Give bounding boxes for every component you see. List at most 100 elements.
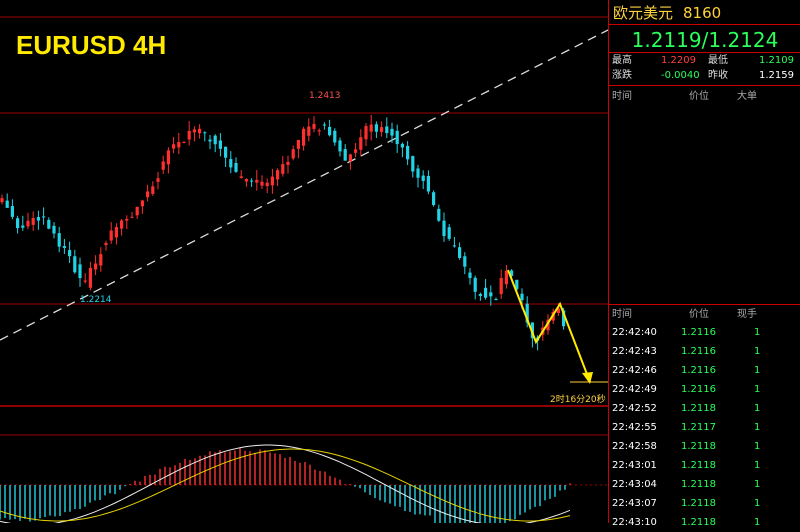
ticks-price-header: 价位 <box>689 309 709 320</box>
candle-body <box>224 146 228 158</box>
tick-size: 1 <box>754 346 761 357</box>
price-chart: EURUSD 4H 1.2413 1.2214 2时16分20秒 <box>0 16 608 523</box>
candle-body <box>234 162 238 172</box>
candle-body <box>286 161 290 165</box>
prev-value: 1.2159 <box>759 70 794 81</box>
candle-body <box>499 277 503 295</box>
candle-body <box>135 206 139 216</box>
tick-time: 22:42:43 <box>612 346 657 357</box>
tick-time: 22:43:04 <box>612 479 657 490</box>
quote-panel: 欧元美元 8160 1.2119/1.2124 最高 1.2209 最低 1.21… <box>608 0 800 528</box>
tick-price: 1.2118 <box>681 498 716 509</box>
candle-body <box>369 124 373 132</box>
candle-body <box>104 243 108 246</box>
tick-row: 22:42:46 1.2116 1 <box>609 361 800 380</box>
candle-body <box>380 127 384 132</box>
candle-body <box>130 216 134 218</box>
tick-price: 1.2116 <box>681 346 716 357</box>
candle-body <box>140 200 144 207</box>
high-value: 1.2209 <box>661 55 696 66</box>
tick-time: 22:42:52 <box>612 403 657 414</box>
candle-body <box>42 216 46 218</box>
candle-body <box>354 149 358 153</box>
candle-body <box>447 227 451 239</box>
candle-body <box>16 218 20 229</box>
instrument-code: 8160 <box>683 4 722 22</box>
tick-size: 1 <box>754 384 761 395</box>
candle-body <box>125 218 129 221</box>
candle-body <box>432 192 436 206</box>
candle-body <box>328 126 332 136</box>
candle-body <box>166 150 170 165</box>
candle-body <box>426 175 430 192</box>
low-label-text: 最低 <box>708 55 728 66</box>
candle-body <box>213 135 217 145</box>
candle-body <box>239 176 243 178</box>
stat-row-high-low: 最高 1.2209 最低 1.2109 <box>609 53 800 69</box>
candle-body <box>463 256 467 267</box>
instrument-title: 欧元美元 8160 <box>613 2 800 23</box>
candle-body <box>411 156 415 172</box>
candle-body <box>458 247 462 258</box>
tick-price: 1.2118 <box>681 441 716 452</box>
candle-body <box>478 293 482 296</box>
tick-time: 22:42:46 <box>612 365 657 376</box>
tick-time: 22:42:49 <box>612 384 657 395</box>
tick-price: 1.2118 <box>681 403 716 414</box>
tick-price: 1.2118 <box>681 479 716 490</box>
low-label: 1.2214 <box>80 295 112 305</box>
big-orders-time-header: 时间 <box>612 91 632 102</box>
candle-body <box>26 220 30 227</box>
candle-body <box>359 137 363 150</box>
candle-body <box>192 129 196 133</box>
candle-body <box>68 250 72 257</box>
tick-row: 22:42:52 1.2118 1 <box>609 399 800 418</box>
candle-body <box>161 161 165 170</box>
candle-body <box>120 220 124 229</box>
candle-body <box>390 128 394 136</box>
candle-body <box>312 124 316 129</box>
candle-body <box>172 144 176 149</box>
instrument-name: 欧元美元 <box>613 4 674 22</box>
candle-body <box>57 233 61 247</box>
candle-body <box>302 128 306 146</box>
candle-body <box>218 140 222 149</box>
candle-body <box>229 159 233 168</box>
candle-body <box>317 130 321 132</box>
candle-body <box>260 181 264 186</box>
candle-body <box>109 230 113 241</box>
candle-body <box>62 246 66 248</box>
chart-title: EURUSD 4H <box>16 30 166 60</box>
candle-body <box>484 287 488 298</box>
tick-price: 1.2116 <box>681 327 716 338</box>
candle-body <box>385 126 389 134</box>
candle-body <box>187 130 191 140</box>
candle-body <box>489 292 493 297</box>
candle-body <box>250 180 254 182</box>
candle-body <box>406 145 410 160</box>
tick-size: 1 <box>754 422 761 433</box>
candle-body <box>343 149 347 161</box>
candle-body <box>338 140 342 152</box>
candle-body <box>10 206 14 217</box>
tick-time: 22:42:40 <box>612 327 657 338</box>
tick-time: 22:43:07 <box>612 498 657 509</box>
bid-ask-quote: 1.2119/1.2124 <box>631 28 779 52</box>
change-label-text: 涨跌 <box>612 70 632 81</box>
candle-body <box>364 126 368 140</box>
candle-body <box>208 139 212 142</box>
candle-body <box>270 176 274 186</box>
candle-body <box>400 143 404 148</box>
tick-price: 1.2118 <box>681 460 716 471</box>
tick-price: 1.2117 <box>681 422 716 433</box>
ticks-time-header: 时间 <box>612 309 632 320</box>
tick-time: 22:42:58 <box>612 441 657 452</box>
candle-body <box>416 168 420 178</box>
candle-body <box>0 198 4 203</box>
candle-body <box>421 175 425 181</box>
candle-body <box>177 142 181 148</box>
tick-size: 1 <box>754 498 761 509</box>
candle-body <box>31 218 35 225</box>
candle-body <box>255 179 259 183</box>
candle-body <box>73 256 77 273</box>
